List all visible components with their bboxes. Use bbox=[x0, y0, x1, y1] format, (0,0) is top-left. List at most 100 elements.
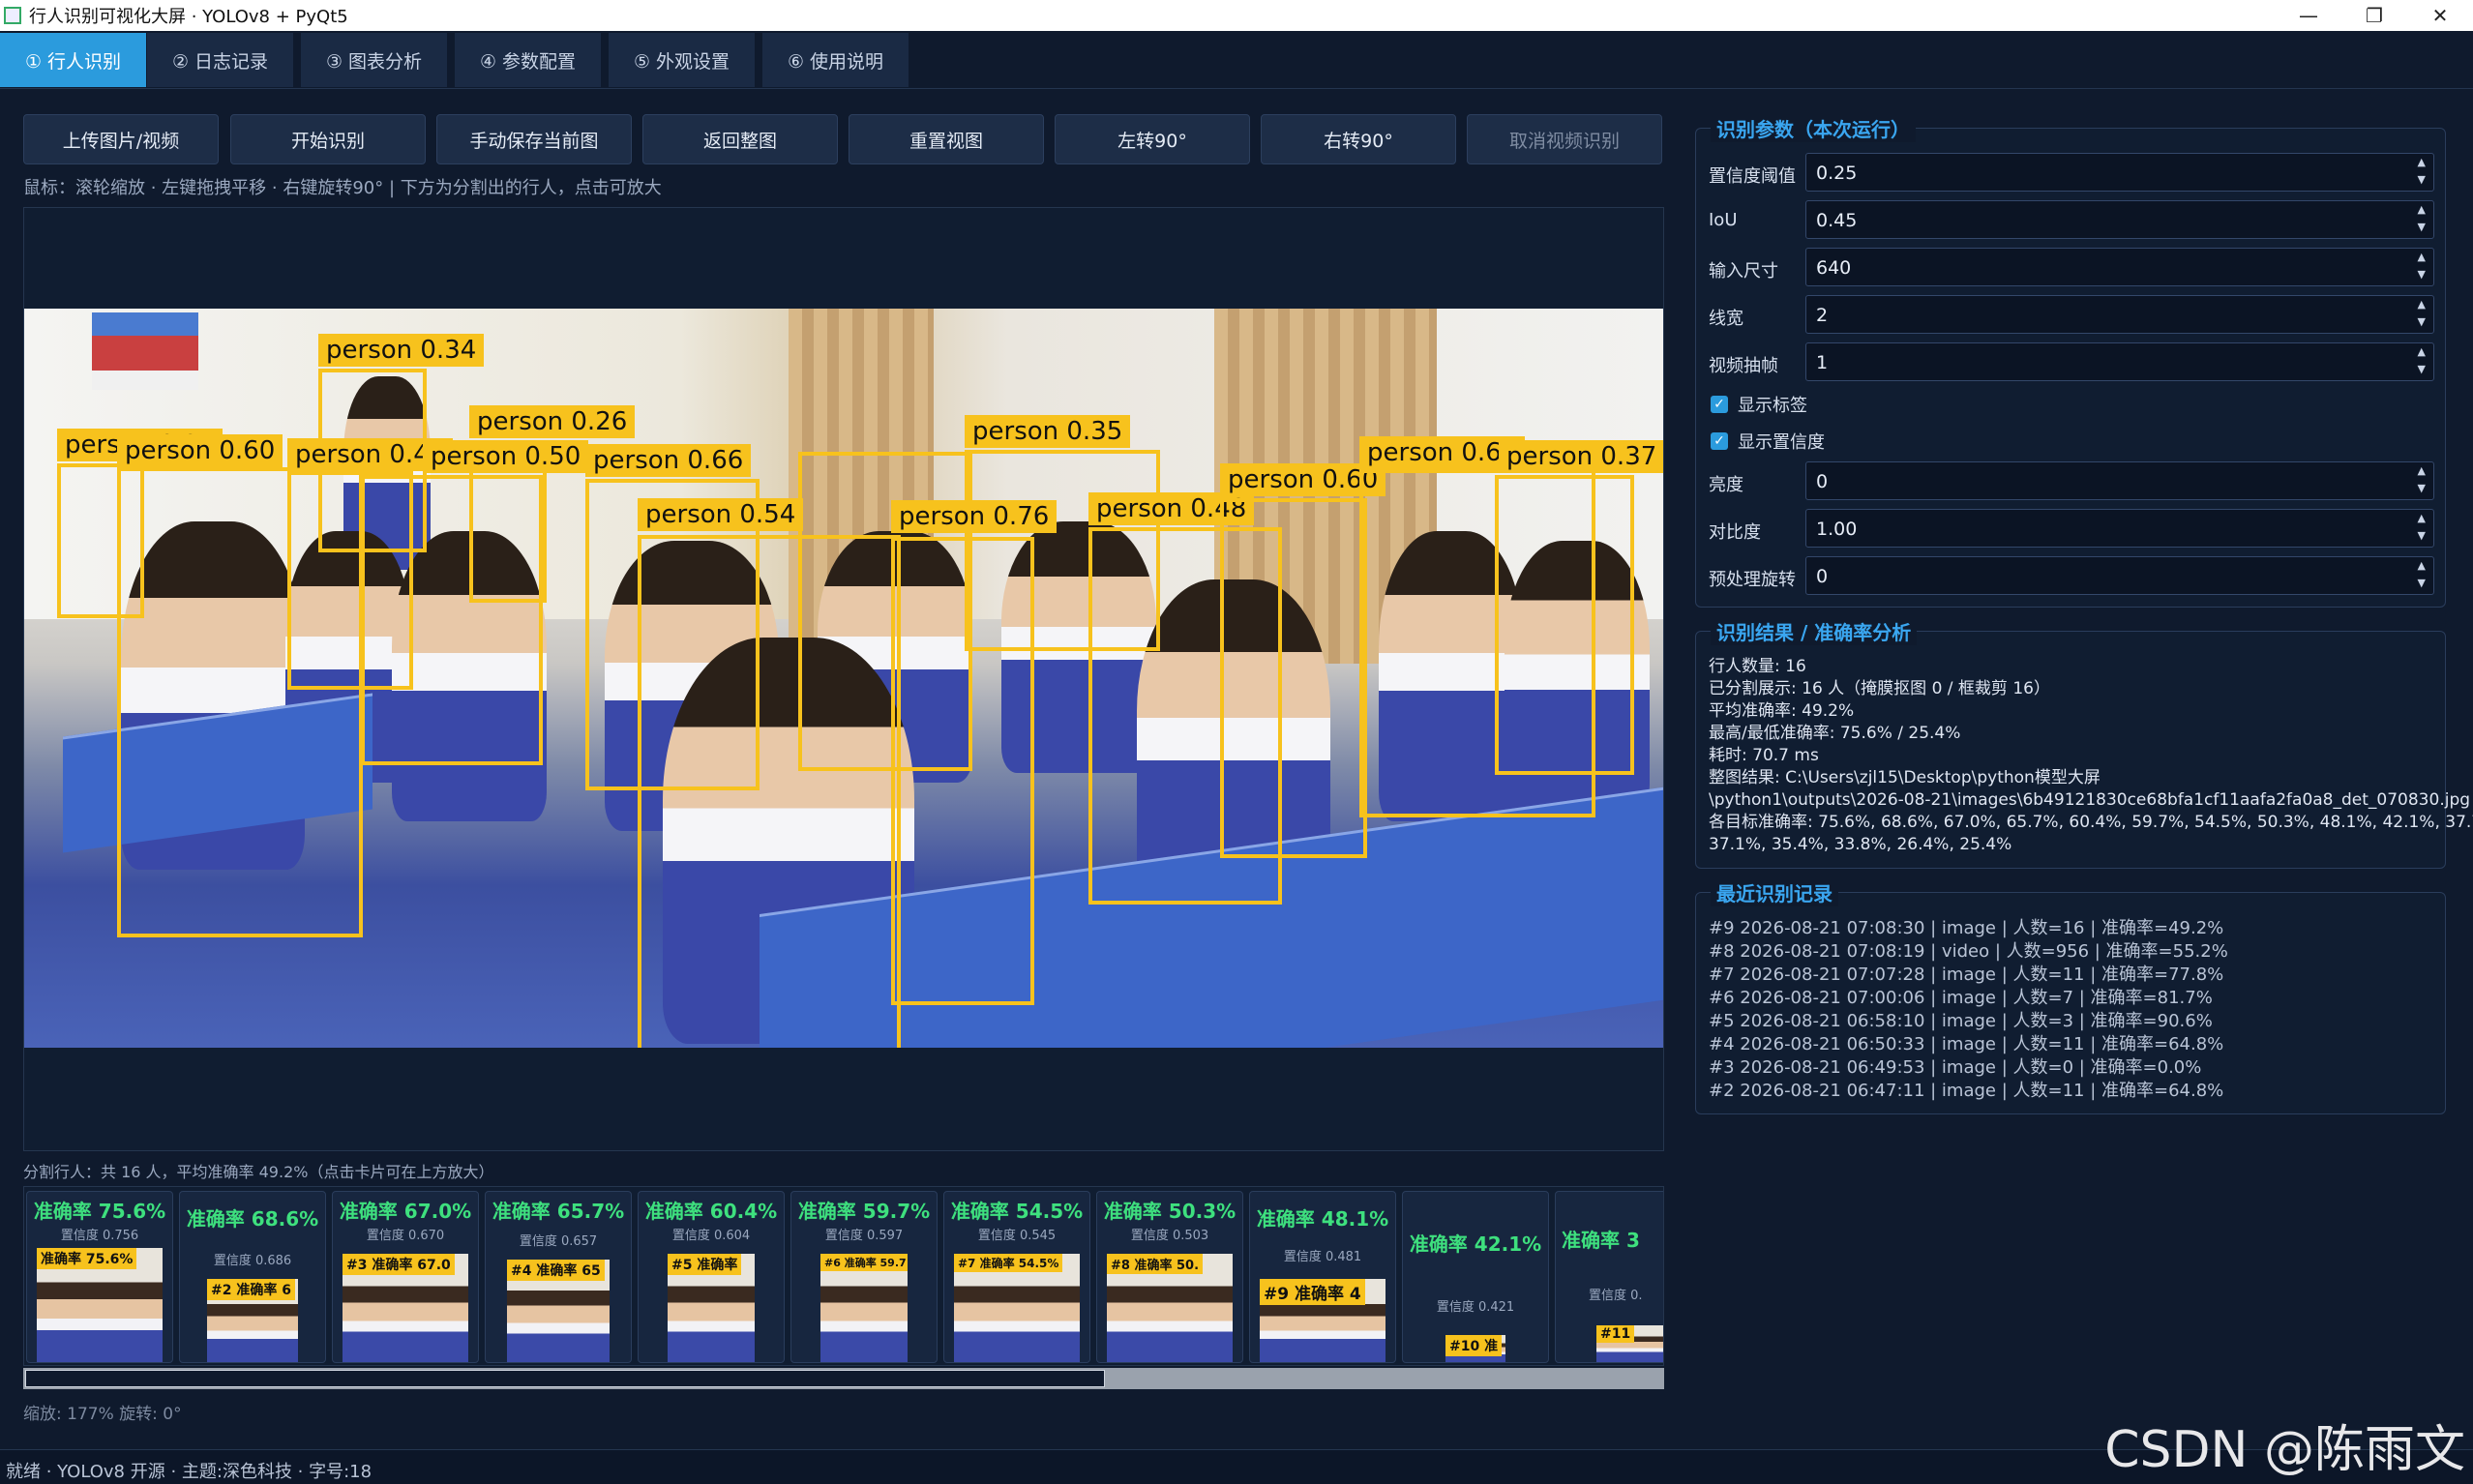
crop-card[interactable]: 准确率 50.3% 置信度 0.503 #8 准确率 50. bbox=[1096, 1191, 1243, 1363]
upload-button[interactable]: 上传图片/视频 bbox=[23, 114, 219, 164]
crop-card[interactable]: 准确率 59.7% 置信度 0.597 #6 准确率 59.7 bbox=[790, 1191, 938, 1363]
checkmark-icon: ✓ bbox=[1711, 432, 1728, 450]
history-item[interactable]: #5 2026-08-21 06:58:10 | image | 人数=3 | … bbox=[1709, 1010, 2228, 1033]
detection-image[interactable]: person 0.34 person 0.26 person 0.25 pers… bbox=[24, 309, 1663, 1048]
tab-bar: ① 行人识别 ② 日志记录 ③ 图表分析 ④ 参数配置 ⑤ 外观设置 ⑥ 使用说… bbox=[0, 31, 2473, 89]
param-video-stride: 视频抽帧 1 ▲ ▼ bbox=[1709, 342, 2434, 383]
save-image-button[interactable]: 手动保存当前图 bbox=[436, 114, 632, 164]
history-item[interactable]: #7 2026-08-21 07:07:28 | image | 人数=11 |… bbox=[1709, 964, 2228, 987]
spin-down-icon[interactable]: ▼ bbox=[2418, 577, 2426, 589]
param-preprocess-rotation: 预处理旋转 0 ▲ ▼ bbox=[1709, 556, 2434, 597]
bbox[interactable] bbox=[1495, 475, 1634, 775]
spin-down-icon[interactable]: ▼ bbox=[2418, 363, 2426, 375]
crop-card[interactable]: 准确率 54.5% 置信度 0.545 #7 准确率 54.5% bbox=[943, 1191, 1090, 1363]
minimize-button[interactable]: — bbox=[2276, 0, 2341, 31]
bbox-label: person 0.60 bbox=[117, 434, 283, 467]
show-confidence-checkbox[interactable]: ✓ 显示置信度 bbox=[1711, 429, 1825, 454]
crop-card[interactable]: 准确率 67.0% 置信度 0.670 #3 准确率 67.0 bbox=[332, 1191, 479, 1363]
crop-card[interactable]: 准确率 75.6% 置信度 0.756 准确率 75.6% bbox=[26, 1191, 173, 1363]
tab-chart[interactable]: ③ 图表分析 bbox=[301, 33, 448, 87]
spin-down-icon[interactable]: ▼ bbox=[2418, 529, 2426, 542]
crop-card[interactable]: 准确率 68.6% 置信度 0.686 #2 准确率 6 bbox=[179, 1191, 326, 1363]
bbox-label: person 0.66 bbox=[585, 444, 752, 477]
contrast-spinbox[interactable]: 1.00 ▲ ▼ bbox=[1805, 509, 2434, 548]
crop-scrollbar[interactable] bbox=[23, 1368, 1664, 1389]
video-stride-spinbox[interactable]: 1 ▲ ▼ bbox=[1805, 342, 2434, 381]
line-width-spinbox[interactable]: 2 ▲ ▼ bbox=[1805, 295, 2434, 334]
spin-down-icon[interactable]: ▼ bbox=[2418, 221, 2426, 233]
spin-up-icon[interactable]: ▲ bbox=[2418, 512, 2426, 524]
result-text: 行人数量: 16 已分割展示: 16 人（掩膜抠图 0 / 框裁剪 16） 平均… bbox=[1709, 657, 2473, 854]
crop-card[interactable]: 准确率 48.1% 置信度 0.481 #9 准确率 4 bbox=[1249, 1191, 1396, 1363]
spin-up-icon[interactable]: ▲ bbox=[2418, 251, 2426, 263]
spin-down-icon[interactable]: ▼ bbox=[2418, 315, 2426, 328]
history-item[interactable]: #6 2026-08-21 07:00:06 | image | 人数=7 | … bbox=[1709, 987, 2228, 1010]
result-title: 识别结果 / 准确率分析 bbox=[1711, 617, 1918, 645]
spin-down-icon[interactable]: ▼ bbox=[2418, 482, 2426, 494]
history-list[interactable]: #9 2026-08-21 07:08:30 | image | 人数=16 |… bbox=[1709, 917, 2228, 1103]
spin-up-icon[interactable]: ▲ bbox=[2418, 298, 2426, 311]
watermark: CSDN @陈雨文 bbox=[2104, 1421, 2465, 1479]
spin-up-icon[interactable]: ▲ bbox=[2418, 559, 2426, 572]
bbox[interactable] bbox=[1220, 498, 1367, 858]
title-bar: 行人识别可视化大屏 · YOLOv8 + PyQt5 — ❐ ✕ bbox=[0, 0, 2473, 31]
image-viewer[interactable]: person 0.34 person 0.26 person 0.25 pers… bbox=[23, 207, 1664, 1151]
window-title: 行人识别可视化大屏 · YOLOv8 + PyQt5 bbox=[29, 7, 348, 27]
crop-card[interactable]: 准确率 65.7% 置信度 0.657 #4 准确率 65 bbox=[485, 1191, 632, 1363]
bbox-label: person 0.50 bbox=[423, 440, 589, 473]
spin-up-icon[interactable]: ▲ bbox=[2418, 156, 2426, 168]
history-item[interactable]: #2 2026-08-21 06:47:11 | image | 人数=11 |… bbox=[1709, 1080, 2228, 1103]
close-button[interactable]: ✕ bbox=[2407, 0, 2473, 31]
param-line-width: 线宽 2 ▲ ▼ bbox=[1709, 295, 2434, 336]
history-item[interactable]: #4 2026-08-21 06:50:33 | image | 人数=11 |… bbox=[1709, 1033, 2228, 1056]
bbox[interactable] bbox=[361, 475, 543, 765]
tab-help[interactable]: ⑥ 使用说明 bbox=[762, 33, 909, 87]
crop-card[interactable]: 准确率 60.4% 置信度 0.604 #5 准确率 bbox=[638, 1191, 785, 1363]
bbox-label: person 0.76 bbox=[891, 500, 1058, 533]
param-input-size: 输入尺寸 640 ▲ ▼ bbox=[1709, 248, 2434, 288]
crop-card[interactable]: 准确率 42.1% 置信度 0.421 #10 准 bbox=[1402, 1191, 1549, 1363]
maximize-button[interactable]: ❐ bbox=[2341, 0, 2407, 31]
tab-pedestrian-detect[interactable]: ① 行人识别 bbox=[0, 33, 147, 87]
iou-spinbox[interactable]: 0.45 ▲ ▼ bbox=[1805, 200, 2434, 239]
tab-log[interactable]: ② 日志记录 bbox=[147, 33, 294, 87]
bbox-label: person 0.37 bbox=[1499, 440, 1663, 473]
app-icon bbox=[4, 7, 21, 24]
zoom-rotation-readout: 缩放: 177% 旋转: 0° bbox=[23, 1405, 182, 1424]
param-conf-threshold: 置信度阈值 0.25 ▲ ▼ bbox=[1709, 153, 2434, 193]
rotation-spinbox[interactable]: 0 ▲ ▼ bbox=[1805, 556, 2434, 595]
crop-card[interactable]: 准确率 3 置信度 0. #11 bbox=[1555, 1191, 1663, 1363]
conf-threshold-spinbox[interactable]: 0.25 ▲ ▼ bbox=[1805, 153, 2434, 192]
reset-view-button[interactable]: 重置视图 bbox=[849, 114, 1044, 164]
param-contrast: 对比度 1.00 ▲ ▼ bbox=[1709, 509, 2434, 549]
brightness-spinbox[interactable]: 0 ▲ ▼ bbox=[1805, 461, 2434, 500]
history-item[interactable]: #8 2026-08-21 07:08:19 | video | 人数=956 … bbox=[1709, 940, 2228, 964]
spin-up-icon[interactable]: ▲ bbox=[2418, 345, 2426, 358]
back-to-full-button[interactable]: 返回整图 bbox=[642, 114, 838, 164]
spin-down-icon[interactable]: ▼ bbox=[2418, 268, 2426, 281]
param-brightness: 亮度 0 ▲ ▼ bbox=[1709, 461, 2434, 502]
spin-down-icon[interactable]: ▼ bbox=[2418, 173, 2426, 186]
history-title: 最近识别记录 bbox=[1711, 878, 1838, 906]
bbox[interactable] bbox=[891, 537, 1034, 1005]
status-bar: 就绪 · YOLOv8 开源 · 主题:深色科技 · 字号:18 bbox=[0, 1449, 2473, 1484]
param-iou: IoU 0.45 ▲ ▼ bbox=[1709, 200, 2434, 241]
spin-up-icon[interactable]: ▲ bbox=[2418, 203, 2426, 216]
cancel-video-button[interactable]: 取消视频识别 bbox=[1467, 114, 1662, 164]
tab-params[interactable]: ④ 参数配置 bbox=[455, 33, 602, 87]
bbox-label: person 0.54 bbox=[638, 498, 804, 531]
tab-appearance[interactable]: ⑤ 外观设置 bbox=[609, 33, 756, 87]
input-size-spinbox[interactable]: 640 ▲ ▼ bbox=[1805, 248, 2434, 286]
show-labels-checkbox[interactable]: ✓ 显示标签 bbox=[1711, 392, 1807, 417]
checkmark-icon: ✓ bbox=[1711, 396, 1728, 413]
rotate-right-button[interactable]: 右转90° bbox=[1261, 114, 1456, 164]
history-item[interactable]: #9 2026-08-21 07:08:30 | image | 人数=16 |… bbox=[1709, 917, 2228, 940]
history-item[interactable]: #3 2026-08-21 06:49:53 | image | 人数=0 | … bbox=[1709, 1056, 2228, 1080]
start-detect-button[interactable]: 开始识别 bbox=[230, 114, 426, 164]
spin-up-icon[interactable]: ▲ bbox=[2418, 464, 2426, 477]
params-title: 识别参数（本次运行） bbox=[1711, 114, 1916, 142]
rotate-left-button[interactable]: 左转90° bbox=[1055, 114, 1250, 164]
scrollbar-handle[interactable] bbox=[25, 1370, 1105, 1387]
crop-strip[interactable]: 准确率 75.6% 置信度 0.756 准确率 75.6% 准确率 68.6% … bbox=[23, 1186, 1664, 1366]
bbox-label: person 0.26 bbox=[469, 405, 636, 438]
